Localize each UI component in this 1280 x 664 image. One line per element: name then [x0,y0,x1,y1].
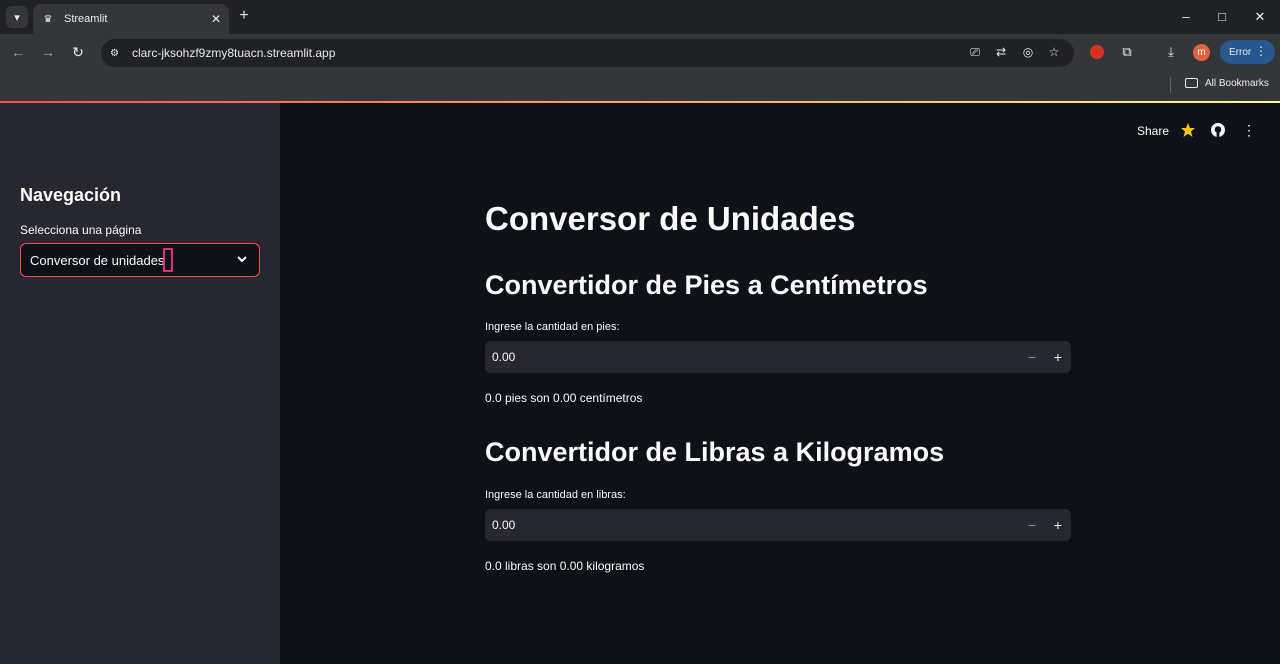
text-cursor-indicator [163,248,174,272]
feet-result-text: 0.0 pies son 0.00 centímetros [485,391,643,405]
minimize-icon[interactable]: – [1178,9,1194,24]
extensions-puzzle-icon[interactable]: ⧉ [1118,44,1136,60]
main-content: Share ⋮ Conversor de Unidades Convertido… [280,103,1280,664]
pounds-result-text: 0.0 libras son 0.00 kilogramos [485,559,645,573]
section-heading-feet: Convertidor de Pies a Centímetros [485,270,928,300]
new-tab-icon[interactable]: + [236,8,252,24]
tab-strip: ▾ ♛ Streamlit ✕ + – □ ✕ [0,0,1280,34]
share-button[interactable]: Share [1137,124,1169,138]
address-bar[interactable]: ⚙ clarc-jksohzf9zmy8tuacn.streamlit.app … [101,39,1074,67]
browser-tab[interactable]: ♛ Streamlit ✕ [33,4,229,34]
browser-chrome: ▾ ♛ Streamlit ✕ + – □ ✕ ← → ↻ ⚙ clarc-jk… [0,0,1280,101]
feet-number-input[interactable]: 0.00 − + [485,341,1071,373]
feet-input-label: Ingrese la cantidad en pies: [485,321,620,333]
main-menu-icon[interactable]: ⋮ [1241,122,1257,138]
url-text[interactable]: clarc-jksohzf9zmy8tuacn.streamlit.app [132,46,335,60]
pounds-decrement-button[interactable]: − [1019,517,1045,533]
tracking-eye-icon[interactable]: ◎ [1020,45,1036,59]
tab-close-icon[interactable]: ✕ [211,12,221,26]
extension-icon[interactable] [1090,45,1104,59]
feet-decrement-button[interactable]: − [1019,349,1045,365]
pounds-input-value[interactable]: 0.00 [492,518,1019,532]
pounds-number-input[interactable]: 0.00 − + [485,509,1071,541]
downloads-icon[interactable]: ⤓ [1162,44,1180,60]
bookmark-star-icon[interactable]: ☆ [1046,45,1062,59]
browser-toolbar: ← → ↻ ⚙ clarc-jksohzf9zmy8tuacn.streamli… [0,34,1280,72]
install-app-icon[interactable]: ⎚ [967,45,983,60]
star-icon[interactable] [1180,122,1196,138]
tab-search-icon[interactable]: ▾ [6,6,28,28]
back-icon[interactable]: ← [9,44,27,60]
page-select[interactable]: Conversor de unidades [20,243,260,277]
section-heading-pounds: Convertidor de Libras a Kilogramos [485,437,945,467]
page-title: Conversor de Unidades [485,200,856,237]
sidebar-title: Navegación [20,185,122,205]
feet-input-value[interactable]: 0.00 [492,350,1019,364]
pounds-input-label: Ingrese la cantidad en libras: [485,489,626,501]
site-info-icon[interactable]: ⚙ [110,48,124,59]
folder-icon[interactable] [1185,78,1198,88]
maximize-icon[interactable]: □ [1214,9,1230,24]
close-window-icon[interactable]: ✕ [1252,9,1268,25]
reload-icon[interactable]: ↻ [69,44,87,61]
feet-increment-button[interactable]: + [1045,349,1071,365]
sidebar: Navegación Selecciona una página Convers… [0,103,280,664]
kebab-menu-icon: ⋮ [1255,44,1267,58]
all-bookmarks-label[interactable]: All Bookmarks [1205,78,1269,89]
select-label: Selecciona una página [20,223,142,237]
streamlit-favicon-icon: ♛ [43,13,53,25]
chevron-down-icon [237,256,247,263]
bookmarks-bar: All Bookmarks [0,72,1280,100]
error-menu-button[interactable]: Error ⋮ [1220,40,1275,64]
pounds-increment-button[interactable]: + [1045,517,1071,533]
forward-icon[interactable]: → [39,44,57,60]
bookmarks-separator [1170,77,1171,93]
github-icon[interactable] [1210,122,1226,138]
tab-title: Streamlit [64,13,108,25]
select-value: Conversor de unidades [30,252,165,268]
profile-avatar[interactable]: m [1193,44,1210,61]
error-label: Error [1229,46,1252,58]
translate-icon[interactable]: ⇄ [993,45,1009,59]
